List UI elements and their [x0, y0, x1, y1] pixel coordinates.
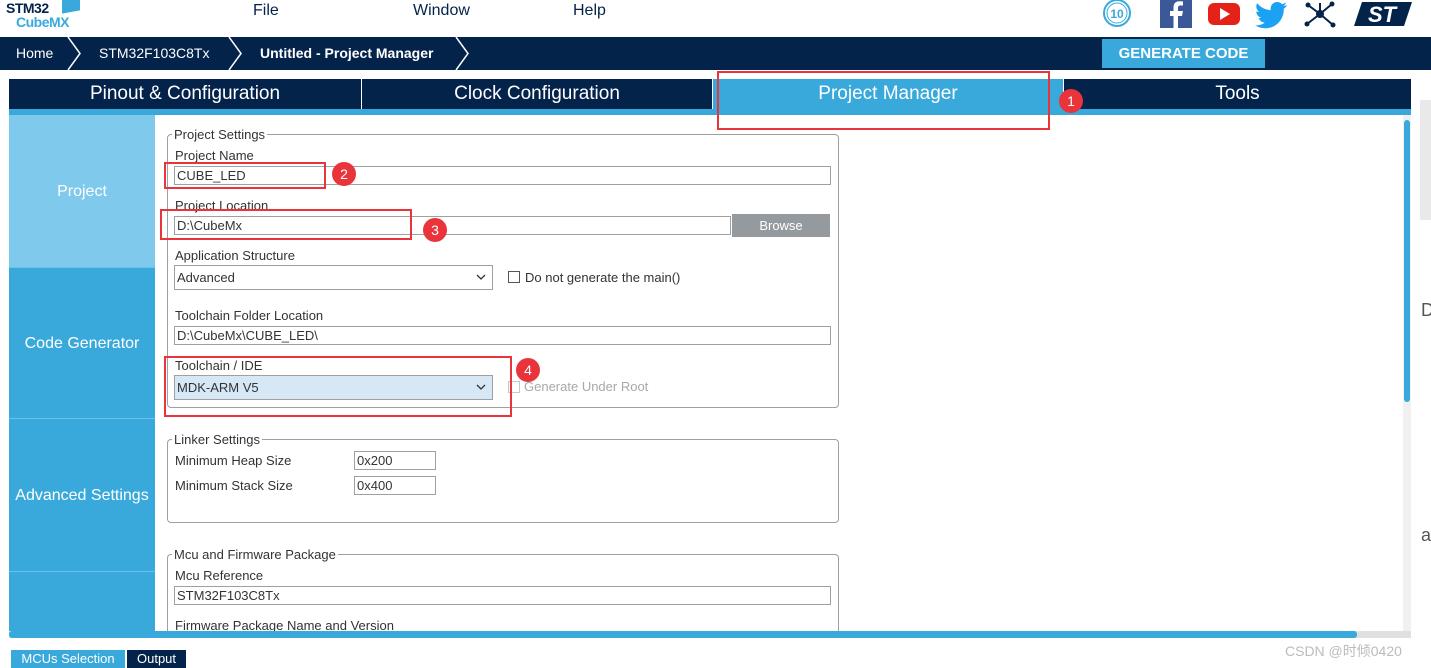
- no-main-checkbox[interactable]: [508, 271, 520, 283]
- watermark: CSDN @时倾0420: [1285, 643, 1402, 659]
- vertical-scrollbar-thumb[interactable]: [1404, 120, 1410, 402]
- linker-settings-legend: Linker Settings: [174, 432, 260, 447]
- mcu-package-legend: Mcu and Firmware Package: [174, 547, 336, 562]
- edge-text-d: D: [1421, 300, 1431, 320]
- side-nav-more[interactable]: [9, 572, 155, 631]
- chevron-right-icon: [228, 37, 242, 70]
- breadcrumb-home[interactable]: Home: [16, 37, 53, 70]
- menu-window[interactable]: Window: [413, 2, 470, 20]
- mcu-reference-field[interactable]: [174, 586, 831, 605]
- heap-size-label: Minimum Heap Size: [175, 453, 292, 468]
- toolchain-folder-field[interactable]: [174, 326, 831, 345]
- annotation-box-4: [164, 356, 512, 417]
- project-name-label: Project Name: [175, 148, 254, 163]
- stm32cubemx-logo: STM32 CubeMX: [6, 0, 86, 34]
- generate-under-root-label: Generate Under Root: [524, 379, 649, 394]
- st-logo-icon[interactable]: ST: [1352, 0, 1414, 30]
- facebook-icon[interactable]: [1160, 0, 1192, 30]
- network-icon[interactable]: [1303, 0, 1337, 30]
- annotation-badge-1: 1: [1059, 89, 1083, 113]
- generate-code-button[interactable]: GENERATE CODE: [1102, 39, 1265, 68]
- side-nav-advanced-settings[interactable]: Advanced Settings: [9, 419, 155, 572]
- side-nav-code-generator[interactable]: Code Generator: [9, 268, 155, 419]
- annotation-badge-2: 2: [332, 162, 356, 186]
- stack-size-label: Minimum Stack Size: [175, 478, 293, 493]
- cube-icon: [62, 0, 80, 14]
- browse-button[interactable]: Browse: [732, 214, 830, 237]
- bottom-tab-output[interactable]: Output: [127, 650, 186, 668]
- youtube-icon[interactable]: [1207, 0, 1241, 30]
- tab-tools[interactable]: Tools: [1064, 79, 1411, 109]
- svg-text:ST: ST: [1368, 2, 1398, 27]
- annotation-badge-3: 3: [423, 218, 447, 242]
- stack-size-field[interactable]: [354, 476, 436, 495]
- heap-size-field[interactable]: [354, 451, 436, 470]
- annotation-box-1: [717, 71, 1050, 130]
- main-tabs: Pinout & Configuration Clock Configurati…: [9, 79, 1411, 109]
- annotation-box-3: [160, 209, 412, 240]
- mcu-reference-label: Mcu Reference: [175, 568, 264, 583]
- menu-file[interactable]: File: [253, 2, 279, 20]
- svg-text:10: 10: [1110, 7, 1124, 21]
- app-structure-value: Advanced: [177, 270, 235, 285]
- bottom-tab-mcus-selection[interactable]: MCUs Selection: [11, 650, 125, 668]
- anniversary-10-icon[interactable]: 10: [1100, 0, 1134, 30]
- twitter-icon[interactable]: [1255, 0, 1289, 30]
- toolchain-folder-label: Toolchain Folder Location: [175, 308, 324, 323]
- chevron-right-icon: [67, 37, 81, 70]
- menu-help[interactable]: Help: [573, 2, 606, 20]
- chevron-right-icon: [455, 37, 469, 70]
- project-settings-legend: Project Settings: [174, 127, 266, 142]
- tab-pinout-configuration[interactable]: Pinout & Configuration: [9, 79, 361, 109]
- side-window-strip: [1420, 100, 1431, 220]
- side-nav-project[interactable]: Project: [9, 115, 155, 268]
- side-nav: Project Code Generator Advanced Settings: [9, 115, 155, 631]
- breadcrumb-mcu[interactable]: STM32F103C8Tx: [99, 37, 209, 70]
- no-main-label: Do not generate the main(): [525, 270, 681, 285]
- top-menu-bar: STM32 CubeMX File Window Help 10 ST: [0, 0, 1431, 37]
- annotation-badge-4: 4: [516, 358, 540, 382]
- horizontal-scrollbar-thumb[interactable]: [9, 631, 1357, 638]
- edge-text-as: as: [1421, 525, 1431, 545]
- app-structure-label: Application Structure: [175, 248, 295, 263]
- tab-clock-configuration[interactable]: Clock Configuration: [362, 79, 712, 109]
- chevron-down-icon: [476, 274, 486, 280]
- breadcrumb-project-manager[interactable]: Untitled - Project Manager: [260, 37, 433, 70]
- logo-text-line2: CubeMX: [16, 14, 70, 30]
- app-structure-select[interactable]: Advanced: [174, 265, 493, 290]
- annotation-box-2: [164, 162, 326, 189]
